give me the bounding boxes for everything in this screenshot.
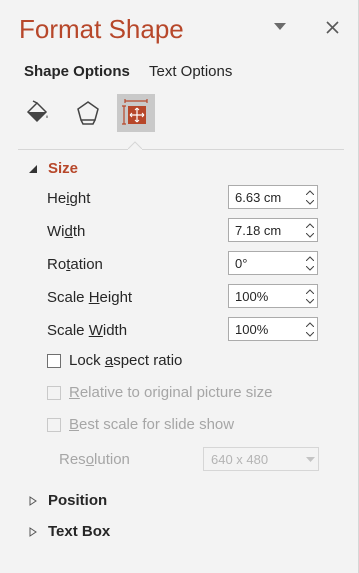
scale-height-label: Scale Height	[47, 289, 133, 306]
section-position-label: Position	[48, 492, 108, 509]
section-position-header[interactable]: Position	[28, 492, 107, 509]
best-scale-label: Best scale for slide show	[69, 416, 235, 433]
chevron-down-icon	[306, 265, 314, 271]
effects-tab[interactable]	[69, 94, 107, 132]
width-label: Width	[47, 223, 86, 240]
collapsed-triangle-icon	[29, 526, 37, 537]
resolution-label: Resolution	[59, 451, 130, 468]
width-value[interactable]: 7.18 cm	[229, 223, 303, 238]
resolution-value: 640 x 480	[211, 451, 269, 467]
height-label: Height	[47, 190, 91, 207]
width-decrease-button[interactable]	[303, 230, 317, 240]
scale-width-decrease-button[interactable]	[303, 329, 317, 339]
pane-title: Format Shape	[19, 14, 184, 44]
scale-width-value[interactable]: 100%	[229, 322, 303, 337]
height-value[interactable]: 6.63 cm	[229, 190, 303, 205]
lock-aspect-ratio-checkbox[interactable]	[47, 353, 61, 368]
scale-width-increase-button[interactable]	[303, 319, 317, 329]
chevron-up-icon	[306, 321, 314, 327]
chevron-down-icon	[306, 232, 314, 238]
section-size-header[interactable]: Size	[28, 160, 78, 177]
size-properties-tab[interactable]	[117, 94, 155, 132]
lock-aspect-ratio-option[interactable]: Lock aspect ratio	[47, 352, 182, 369]
lock-aspect-ratio-label: Lock aspect ratio	[69, 352, 183, 369]
fill-line-tab[interactable]	[18, 94, 56, 132]
selected-tab-pointer	[128, 141, 142, 155]
scale-width-label: Scale Width	[47, 322, 128, 339]
chevron-up-icon	[306, 222, 314, 228]
rotation-decrease-button[interactable]	[303, 263, 317, 273]
section-size-label: Size	[48, 160, 79, 177]
chevron-up-icon	[306, 189, 314, 195]
scale-height-increase-button[interactable]	[303, 286, 317, 296]
chevron-up-icon	[306, 255, 314, 261]
height-spinner[interactable]: 6.63 cm	[228, 185, 318, 209]
tab-shape-options[interactable]: Shape Options	[24, 63, 130, 80]
rotation-value[interactable]: 0°	[229, 256, 303, 271]
rotation-spinner[interactable]: 0°	[228, 251, 318, 275]
best-scale-checkbox	[47, 417, 61, 432]
close-pane-button[interactable]	[320, 14, 344, 40]
tab-divider	[18, 149, 344, 150]
chevron-down-icon	[306, 331, 314, 337]
relative-original-size-checkbox	[47, 385, 61, 400]
width-spinner[interactable]: 7.18 cm	[228, 218, 318, 242]
task-pane-options-button[interactable]	[268, 14, 292, 40]
rotation-label: Rotation	[47, 256, 103, 273]
chevron-up-icon	[306, 288, 314, 294]
expanded-triangle-icon	[29, 164, 37, 173]
scale-height-value[interactable]: 100%	[229, 289, 303, 304]
resolution-dropdown: 640 x 480	[203, 447, 319, 471]
effects-icon	[77, 101, 99, 125]
scale-height-decrease-button[interactable]	[303, 296, 317, 306]
format-shape-pane: Format Shape Shape Options Text Options	[0, 0, 359, 573]
collapsed-triangle-icon	[29, 495, 37, 506]
size-properties-icon	[122, 99, 148, 125]
caret-down-icon	[274, 23, 286, 30]
close-icon	[325, 20, 339, 34]
chevron-down-icon	[306, 199, 314, 205]
best-scale-option: Best scale for slide show	[47, 416, 234, 433]
height-decrease-button[interactable]	[303, 197, 317, 207]
dropdown-arrow-icon	[305, 456, 315, 462]
rotation-increase-button[interactable]	[303, 253, 317, 263]
section-text-box-label: Text Box	[48, 523, 111, 540]
relative-original-size-option: Relative to original picture size	[47, 384, 272, 401]
fill-line-icon	[26, 100, 48, 123]
tab-text-options[interactable]: Text Options	[149, 63, 232, 80]
height-increase-button[interactable]	[303, 187, 317, 197]
scale-height-spinner[interactable]: 100%	[228, 284, 318, 308]
scale-width-spinner[interactable]: 100%	[228, 317, 318, 341]
width-increase-button[interactable]	[303, 220, 317, 230]
relative-original-size-label: Relative to original picture size	[69, 384, 273, 401]
chevron-down-icon	[306, 298, 314, 304]
section-text-box-header[interactable]: Text Box	[28, 523, 110, 540]
